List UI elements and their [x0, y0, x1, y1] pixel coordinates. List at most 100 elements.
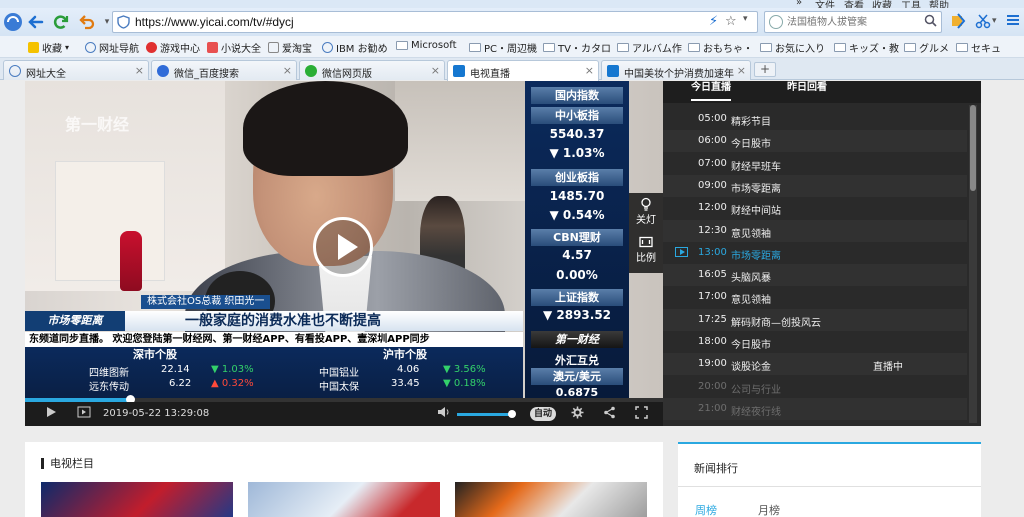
divider [678, 486, 981, 487]
close-icon[interactable]: × [737, 64, 746, 77]
schedule-program-name: 谈股论金 [731, 362, 771, 374]
bookmark-taobao[interactable]: 爱淘宝 [268, 40, 312, 55]
bookmark-microsoft[interactable]: Microsoft [396, 40, 457, 51]
schedule-item[interactable]: 19:00 谈股论金 直播中 [663, 353, 967, 376]
zxb-change: ▼ 1.03% [549, 146, 605, 160]
tab-tv-live[interactable]: 电视直播 × [447, 60, 599, 81]
address-url[interactable]: https://www.yicai.com/tv/#dycj [135, 15, 294, 29]
lightning-icon[interactable]: ⚡ [709, 14, 718, 29]
bookmark-favorites-jp[interactable]: お気に入り [760, 40, 825, 55]
bookmark-tv[interactable]: TV・カタロ [543, 40, 611, 55]
chevron-down-icon: ▾ [65, 43, 70, 52]
stock-board: 深市个股 沪市个股 四维图新 22.14 ▼ 1.03% 远东传动 6.22 ▲… [25, 347, 523, 398]
tab-monthly[interactable]: 月榜 [758, 502, 780, 517]
schedule-item[interactable]: 12:00 财经中间站 [663, 197, 967, 219]
column-thumbnail[interactable] [41, 482, 233, 517]
bookmark-pc[interactable]: PC・周辺機 [469, 40, 537, 55]
bookmark-novels[interactable]: 小说大全 [207, 40, 261, 55]
star-icon [28, 42, 39, 53]
cbn-value: 4.57 [562, 248, 592, 262]
schedule-item[interactable]: 21:00 财经夜行线 [663, 397, 967, 420]
lights-off-button[interactable]: 关灯 [629, 197, 663, 226]
schedule-item[interactable]: 12:30 意见领袖 [663, 219, 967, 242]
menu-chevron[interactable]: » [796, 0, 802, 8]
schedule-item[interactable]: 17:00 意见领袖 [663, 286, 967, 308]
menu-icon[interactable] [1006, 13, 1020, 31]
tab-yesterday-replay[interactable]: 昨日回看 [787, 81, 827, 103]
schedule-program-name: 今日股市 [731, 340, 771, 351]
schedule-item[interactable]: 09:00 市场零距离 [663, 174, 967, 197]
volume-handle[interactable] [508, 410, 516, 418]
tab-today-live[interactable]: 今日直播 [691, 81, 731, 103]
schedule-item[interactable]: 20:00 公司与行业 [663, 376, 967, 398]
undo-icon[interactable] [76, 11, 98, 33]
back-icon[interactable] [25, 11, 47, 33]
schedule-item[interactable]: 16:05 头脑风暴 [663, 264, 967, 287]
shield-icon [117, 15, 130, 29]
aspect-ratio-icon [639, 236, 653, 248]
bookmark-album[interactable]: アルバム作 [617, 40, 682, 55]
new-tab-button[interactable]: + [754, 62, 776, 77]
live-badge[interactable]: 直播中 [873, 358, 903, 373]
schedule-item[interactable]: 13:00 市场零距离 [663, 242, 967, 264]
bookmark-security[interactable]: セキュ [956, 40, 1001, 55]
program-schedule: 今日直播 昨日回看 05:00 精彩节目 06:00 今日股市 07:00 财经早班车 09… [663, 81, 981, 426]
tab-weekly[interactable]: 周榜 [695, 502, 717, 517]
star-icon[interactable]: ☆ [725, 14, 737, 29]
schedule-time: 20:00 [698, 380, 727, 392]
tab-wangzhi[interactable]: 网址大全 × [3, 60, 149, 80]
refresh-icon[interactable] [50, 11, 72, 33]
address-bar[interactable]: https://www.yicai.com/tv/#dycj ⚡ ☆ ▾ [112, 11, 758, 33]
address-dropdown-icon[interactable]: ▾ [743, 14, 748, 24]
tools-dropdown-icon[interactable]: ▾ [992, 16, 997, 26]
aspect-ratio-button[interactable]: 比例 [629, 235, 663, 264]
user-icon[interactable] [950, 13, 966, 33]
fullscreen-icon[interactable] [635, 406, 648, 422]
search-engine-icon[interactable] [769, 15, 783, 29]
scissors-icon[interactable] [975, 13, 991, 33]
schedule-item[interactable]: 05:00 精彩节目 [663, 108, 967, 130]
search-box[interactable] [764, 11, 942, 33]
bookmark-favorites[interactable]: 收藏 ▾ [28, 40, 69, 55]
bookmark-games[interactable]: 游戏中心 [146, 40, 200, 55]
next-icon[interactable] [77, 406, 91, 421]
scrollbar-thumb[interactable] [970, 105, 976, 191]
bookmark-kids[interactable]: キッズ・教 [834, 40, 899, 55]
bookmark-ibm[interactable]: IBM お勧め [322, 40, 388, 55]
schedule-program-name: 财经夜行线 [731, 406, 781, 418]
search-icon[interactable] [924, 14, 937, 30]
bookmark-nav[interactable]: 网址导航 [85, 40, 139, 55]
close-icon[interactable]: × [585, 64, 594, 77]
side-controls: 关灯 比例 [629, 193, 663, 273]
bookmark-gourmet[interactable]: グルメ [904, 40, 949, 55]
share-icon[interactable] [603, 406, 616, 422]
schedule-item[interactable]: 07:00 财经早班车 [663, 153, 967, 175]
tab-wechat[interactable]: 微信网页版 × [299, 60, 445, 80]
play-button[interactable] [313, 217, 373, 277]
close-icon[interactable]: × [431, 64, 440, 77]
play-icon[interactable] [45, 406, 57, 421]
sz-index-value: ▼ 2893.52 [542, 308, 612, 322]
schedule-time: 07:00 [698, 157, 727, 169]
schedule-program-name: 公司与行业 [731, 384, 781, 396]
video-player[interactable]: 第一财经 株式会社OS总裁 织田光一 一般家庭的消费水准也不断提高 市场零距离 … [25, 81, 663, 426]
schedule-item[interactable]: 17:25 解码财商—创投风云 [663, 308, 967, 331]
schedule-item[interactable]: 18:00 今日股市 [663, 331, 967, 353]
search-input[interactable] [787, 14, 917, 30]
close-icon[interactable]: × [283, 64, 292, 77]
column-thumbnail[interactable] [455, 482, 647, 517]
volume-slider[interactable] [457, 410, 516, 418]
gear-icon[interactable] [571, 406, 584, 422]
folder-icon [543, 43, 555, 52]
close-icon[interactable]: × [135, 64, 144, 77]
column-thumbnail[interactable] [248, 482, 440, 517]
bookmark-toys[interactable]: おもちゃ・ [688, 40, 753, 55]
volume-icon[interactable] [437, 406, 451, 421]
schedule-item[interactable]: 06:00 今日股市 [663, 130, 967, 153]
schedule-scrollbar[interactable] [969, 105, 977, 423]
show-logo: 市场零距离 [25, 311, 125, 331]
cyb-change: ▼ 0.54% [549, 208, 605, 222]
tab-news[interactable]: 中国美妆个护消费加速年 × [601, 60, 751, 80]
quality-button[interactable]: 自动 [530, 407, 556, 421]
tab-baidu[interactable]: 微信_百度搜索 × [151, 60, 297, 80]
